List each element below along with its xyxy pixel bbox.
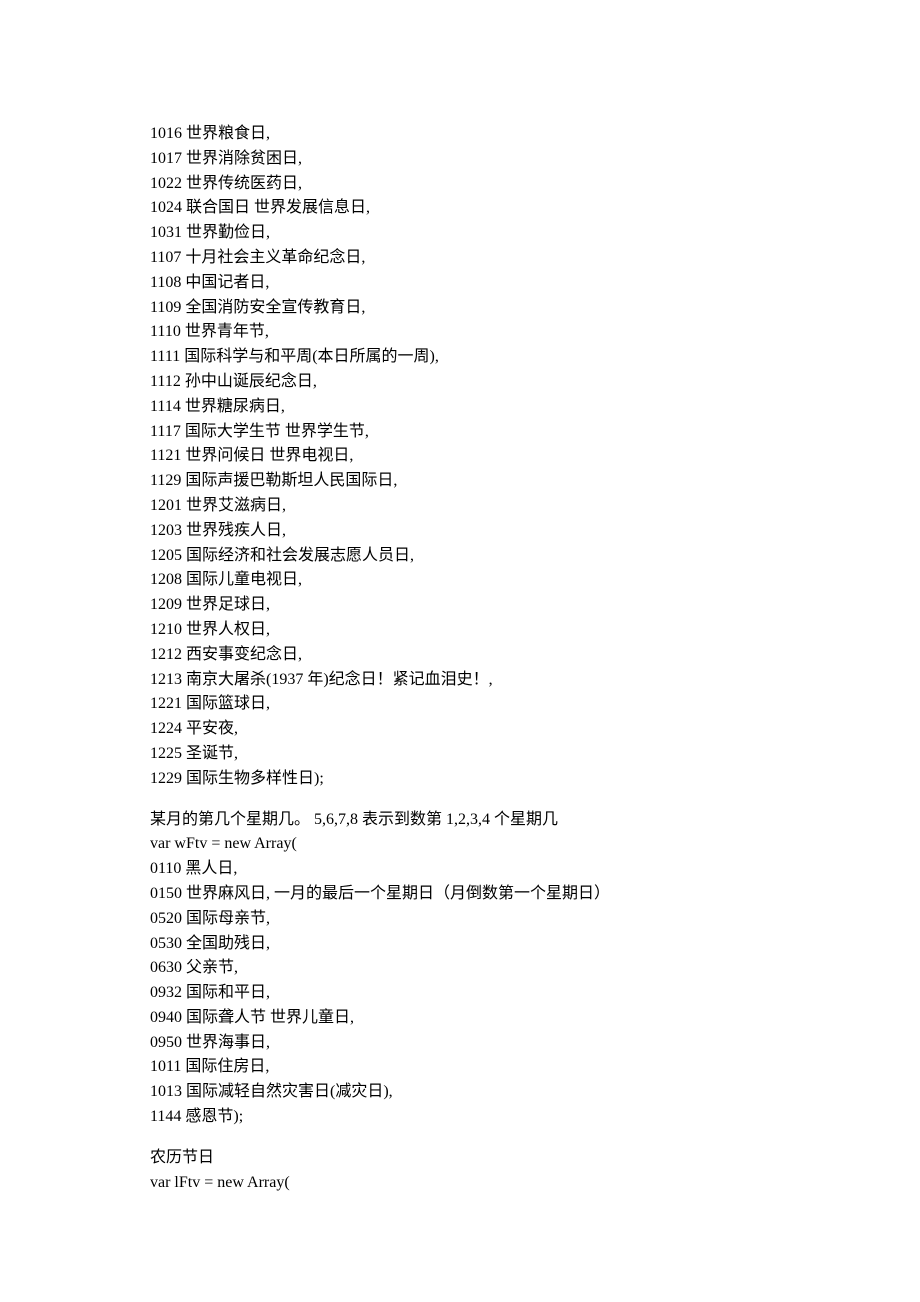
text-line: 1224 平安夜, xyxy=(150,717,770,742)
text-line: 1208 国际儿童电视日, xyxy=(150,568,770,593)
text-line: 0630 父亲节, xyxy=(150,956,770,981)
text-line: 0520 国际母亲节, xyxy=(150,907,770,932)
text-line: 1031 世界勤俭日, xyxy=(150,221,770,246)
text-line: 1112 孙中山诞辰纪念日, xyxy=(150,370,770,395)
text-line: 0950 世界海事日, xyxy=(150,1031,770,1056)
document-content: 1016 世界粮食日,1017 世界消除贫困日,1022 世界传统医药日,102… xyxy=(150,122,770,1195)
text-line: 1114 世界糖尿病日, xyxy=(150,395,770,420)
text-line: 1203 世界残疾人日, xyxy=(150,519,770,544)
text-line: var lFtv = new Array( xyxy=(150,1171,770,1196)
text-line: 某月的第几个星期几。 5,6,7,8 表示到数第 1,2,3,4 个星期几 xyxy=(150,808,770,833)
text-line: 1201 世界艾滋病日, xyxy=(150,494,770,519)
text-line: 0940 国际聋人节 世界儿童日, xyxy=(150,1006,770,1031)
text-line: 1107 十月社会主义革命纪念日, xyxy=(150,246,770,271)
text-line: 1121 世界问候日 世界电视日, xyxy=(150,444,770,469)
text-line: 1144 感恩节); xyxy=(150,1105,770,1130)
text-line: 1117 国际大学生节 世界学生节, xyxy=(150,420,770,445)
text-line: 0932 国际和平日, xyxy=(150,981,770,1006)
text-line: 1108 中国记者日, xyxy=(150,271,770,296)
text-line: 0530 全国助残日, xyxy=(150,932,770,957)
text-line: var wFtv = new Array( xyxy=(150,832,770,857)
text-line: 1212 西安事变纪念日, xyxy=(150,643,770,668)
text-line: 1229 国际生物多样性日); xyxy=(150,767,770,792)
text-line: 1129 国际声援巴勒斯坦人民国际日, xyxy=(150,469,770,494)
document-page: 1016 世界粮食日,1017 世界消除贫困日,1022 世界传统医药日,102… xyxy=(0,0,920,1302)
text-line: 农历节日 xyxy=(150,1146,770,1171)
text-line: 1016 世界粮食日, xyxy=(150,122,770,147)
text-line: 1205 国际经济和社会发展志愿人员日, xyxy=(150,544,770,569)
text-line: 1013 国际减轻自然灾害日(减灾日), xyxy=(150,1080,770,1105)
text-line: 1022 世界传统医药日, xyxy=(150,172,770,197)
text-line xyxy=(150,1130,770,1146)
text-line: 1111 国际科学与和平周(本日所属的一周), xyxy=(150,345,770,370)
text-line: 1011 国际住房日, xyxy=(150,1055,770,1080)
text-line: 1110 世界青年节, xyxy=(150,320,770,345)
text-line: 0110 黑人日, xyxy=(150,857,770,882)
text-line: 1024 联合国日 世界发展信息日, xyxy=(150,196,770,221)
text-line: 1210 世界人权日, xyxy=(150,618,770,643)
text-line xyxy=(150,792,770,808)
text-line: 1213 南京大屠杀(1937 年)纪念日！紧记血泪史！, xyxy=(150,668,770,693)
text-line: 1109 全国消防安全宣传教育日, xyxy=(150,296,770,321)
text-line: 1221 国际篮球日, xyxy=(150,692,770,717)
text-line: 1017 世界消除贫困日, xyxy=(150,147,770,172)
text-line: 1209 世界足球日, xyxy=(150,593,770,618)
text-line: 1225 圣诞节, xyxy=(150,742,770,767)
text-line: 0150 世界麻风日, 一月的最后一个星期日（月倒数第一个星期日） xyxy=(150,882,770,907)
